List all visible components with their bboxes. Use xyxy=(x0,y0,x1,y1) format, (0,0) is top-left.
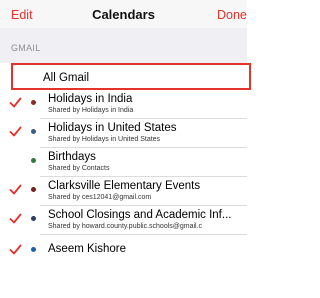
done-button[interactable]: Done xyxy=(217,8,247,22)
calendar-name: Aseem Kishore xyxy=(48,243,126,255)
calendar-row[interactable]: Holidays in United States Shared by Holid… xyxy=(0,119,247,148)
checkmark-icon xyxy=(9,213,22,224)
calendar-color-dot xyxy=(31,187,36,192)
calendar-name: School Closings and Academic Inf... xyxy=(48,209,232,221)
calendar-subtitle: Shared by Contacts xyxy=(48,165,110,172)
checkmark-icon xyxy=(9,244,22,255)
calendar-subtitle: Shared by Holidays in India xyxy=(48,107,134,114)
calendar-color-dot xyxy=(31,216,36,221)
calendar-row[interactable]: Birthdays Shared by Contacts xyxy=(0,148,247,177)
page-title: Calendars xyxy=(92,7,155,22)
all-gmail-label: All Gmail xyxy=(43,72,90,84)
calendar-name: Clarksville Elementary Events xyxy=(48,180,201,192)
calendar-name: Holidays in United States xyxy=(48,122,177,134)
calendar-name: Birthdays xyxy=(48,151,96,163)
all-gmail-row[interactable]: All Gmail xyxy=(11,63,251,90)
section-label-gmail: GMAIL xyxy=(11,43,41,53)
calendar-subtitle: Shared by howard.county.public.schools@g… xyxy=(48,223,203,230)
calendar-list: Holidays in India Shared by Holidays in I… xyxy=(0,90,247,264)
calendar-row[interactable]: School Closings and Academic Inf... Share… xyxy=(0,206,247,235)
calendar-color-dot xyxy=(31,247,36,252)
calendar-subtitle: Shared by Holidays in United States xyxy=(48,136,161,143)
calendar-color-dot xyxy=(31,129,36,134)
calendar-color-dot xyxy=(31,100,36,105)
calendar-name: Holidays in India xyxy=(48,93,133,105)
checkmark-icon xyxy=(9,184,22,195)
checkmark-icon xyxy=(9,126,22,137)
navigation-bar: Edit Calendars Done xyxy=(0,0,247,28)
calendar-row[interactable]: Holidays in India Shared by Holidays in I… xyxy=(0,90,247,119)
calendar-subtitle: Shared by ces12041@gmail.com xyxy=(48,194,152,201)
calendar-row[interactable]: Aseem Kishore xyxy=(0,235,247,264)
checkmark-icon xyxy=(9,97,22,108)
calendar-row[interactable]: Clarksville Elementary Events Shared by c… xyxy=(0,177,247,206)
calendar-color-dot xyxy=(31,158,36,163)
